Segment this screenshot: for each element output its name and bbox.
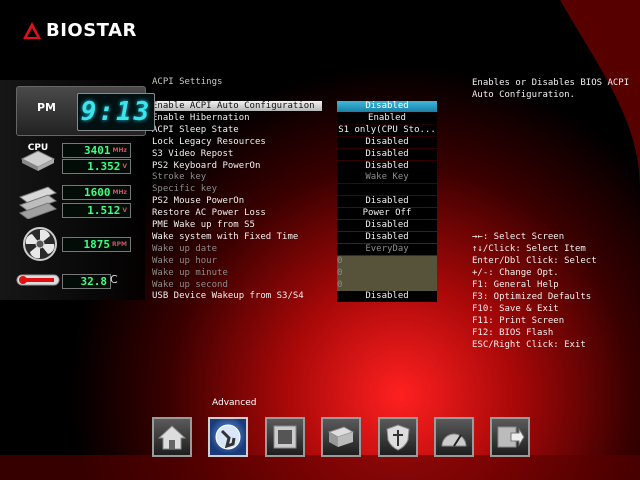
brand-logo: BIOSTAR [22,20,137,41]
advanced-icon [215,424,241,450]
memory-voltage-readout: 1.512 V [62,203,131,218]
nav-button-home[interactable] [152,417,192,457]
setting-value[interactable]: Disabled [337,136,437,148]
key-help-item: ESC/Right Click: Exit [472,340,586,350]
fan-icon [23,227,57,261]
cpu-chip-icon: CPU [20,143,56,171]
cpu-voltage-readout: 1.352 V [62,159,131,174]
cpu-monitor: CPU [18,141,58,181]
memory-monitor [18,183,58,223]
memory-frequency-unit: MHz [112,189,127,196]
home-icon [157,425,187,450]
setting-value: 0 [337,279,437,292]
setting-label[interactable]: Restore AC Power Loss [152,208,266,218]
setting-value[interactable]: Disabled [337,148,437,160]
setting-label[interactable]: PME Wake up from S5 [152,220,255,230]
setting-value[interactable]: Disabled [337,101,437,112]
setting-value[interactable]: Power Off [337,208,437,220]
temperature-unit: C [110,273,118,286]
setting-label[interactable]: PS2 Mouse PowerOn [152,196,244,206]
memory-frequency: 1600 [84,186,111,199]
setting-label[interactable]: ACPI Sleep State [152,125,239,135]
setting-value[interactable]: Enabled [337,112,437,124]
active-tab-label: Advanced [212,398,257,408]
fan-speed: 1875 [83,238,111,251]
setting-value: 0 [337,255,437,268]
key-help-item: →←: Select Screen [472,232,565,242]
brand-name: BIOSTAR [46,20,137,41]
setting-label: Wake up date [152,243,218,254]
nav-button-security[interactable] [378,417,418,457]
boot-icon [327,426,355,447]
setting-label[interactable]: Lock Legacy Resources [152,137,266,147]
setting-label: Wake up minute [152,267,228,278]
nav-button-chipset[interactable] [265,417,305,457]
cpu-frequency-unit: MHz [112,147,127,154]
cpu-frequency-readout: 3401 MHz [62,143,131,158]
setting-value: Wake Key [337,172,437,184]
setting-label: Wake up hour [152,255,218,266]
key-help-item: +/-: Change Opt. [472,268,559,278]
memory-frequency-readout: 1600 MHz [62,185,131,200]
clock-ampm: PM [37,101,57,114]
key-help-item: F3: Optimized Defaults [472,292,592,302]
security-icon [386,424,410,451]
nav-button-o-n-e[interactable] [434,417,474,457]
biostar-logo-icon [23,21,41,39]
setting-value: EveryDay [337,243,437,255]
setting-label[interactable]: S3 Video Repost [152,149,233,159]
fan-monitor [22,226,58,266]
setting-value: 0 [337,267,437,280]
temperature-monitor [16,272,60,292]
setting-label[interactable]: Enable Hibernation [152,113,250,123]
setting-label[interactable]: Enable ACPI Auto Configuration [150,101,322,111]
nav-button-boot[interactable] [321,417,361,457]
key-help-item: F10: Save & Exit [472,304,559,314]
setting-label: Wake up second [152,279,228,290]
clock-panel: PM 9:13 [16,86,155,136]
key-help-list: →←: Select Screen ↑↓/Click: Select Item En… [472,231,597,351]
setting-value[interactable]: Disabled [337,160,437,172]
clock-display: 9:13 [77,93,155,131]
temperature-value: 32.8 [80,275,108,288]
setting-label: Specific key [152,184,218,195]
cpu-label: CPU [28,143,49,153]
setting-value[interactable]: Disabled [337,231,437,243]
fan-speed-readout: 1875 RPM [62,237,131,252]
page-title: ACPI Settings [152,77,223,87]
memory-voltage-unit: V [122,207,127,214]
setting-label[interactable]: USB Device Wakeup from S3/S4 [152,291,304,301]
setting-label[interactable]: Wake system with Fixed Time [152,232,298,242]
save-exit-icon [497,426,525,448]
setting-label: Stroke key [152,172,207,183]
thermometer-icon [16,274,60,286]
key-help-item: F1: General Help [472,280,559,290]
memory-module-icon [18,186,58,220]
nav-button-save-exit[interactable] [490,417,530,457]
nav-button-advanced[interactable] [208,417,248,457]
temperature-readout: 32.8 [62,274,111,289]
setting-label[interactable]: PS2 Keyboard PowerOn [152,161,260,171]
help-text: Enables or Disables BIOS ACPI Auto Confi… [472,78,630,100]
key-help-item: Enter/Dbl Click: Select [472,256,597,266]
key-help-item: ↑↓/Click: Select Item [472,244,586,254]
setting-value[interactable]: Disabled [337,291,437,303]
setting-value[interactable]: Disabled [337,220,437,231]
setting-value[interactable]: S1 only(CPU Sto... [337,124,437,136]
cpu-voltage: 1.352 [87,160,121,173]
fan-speed-unit: RPM [112,241,127,248]
o-n-e-icon [441,433,467,447]
cpu-voltage-unit: V [122,163,127,170]
key-help-item: F11: Print Screen [472,316,565,326]
key-help-item: F12: BIOS Flash [472,328,554,338]
setting-value[interactable]: Disabled [337,196,437,208]
setting-value [337,184,437,196]
chipset-icon [273,425,297,449]
cpu-frequency: 3401 [84,144,111,157]
memory-voltage: 1.512 [87,204,121,217]
